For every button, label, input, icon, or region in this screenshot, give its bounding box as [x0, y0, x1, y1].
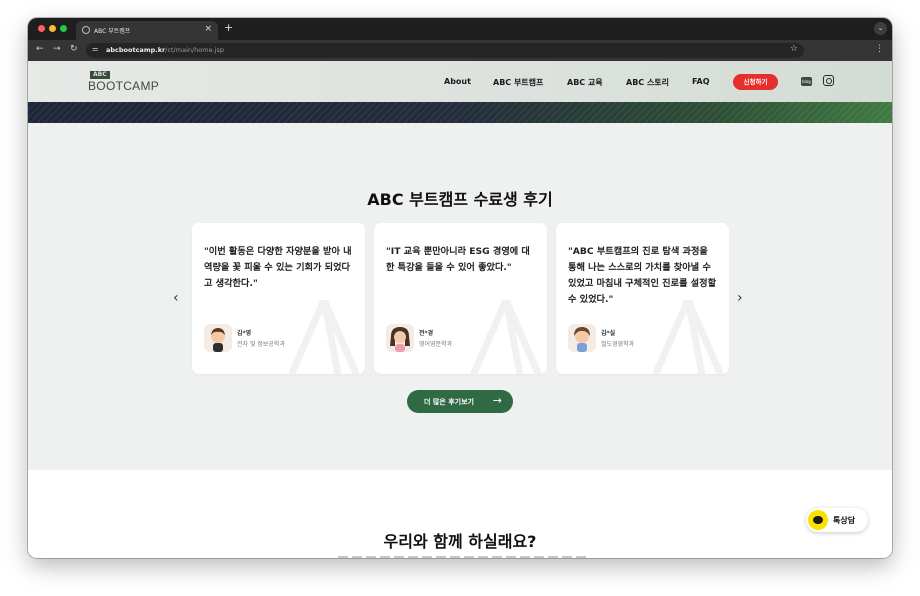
blog-icon[interactable]: blog — [801, 77, 812, 86]
carousel-prev-button[interactable]: ‹ — [173, 290, 179, 306]
close-window-button[interactable] — [38, 25, 45, 32]
chat-bubble-icon — [808, 510, 828, 530]
nav-item-education[interactable]: ABC 교육 — [567, 77, 603, 88]
tent-watermark-icon — [471, 300, 541, 374]
review-card[interactable]: "ABC 부트캠프의 진로 탐색 과정을 통해 나는 스스로의 가치를 찾아낼 … — [556, 223, 729, 374]
more-reviews-label: 더 많은 후기보기 — [424, 398, 474, 406]
review-quote: "IT 교육 뿐만아니라 ESG 경영에 대한 특강을 들을 수 있어 좋았다.… — [386, 246, 530, 273]
arrow-right-icon: → — [492, 394, 502, 407]
logo-badge: ABC — [90, 71, 110, 79]
globe-icon — [82, 26, 90, 34]
nav-item-story[interactable]: ABC 스토리 — [626, 77, 669, 88]
site-settings-icon[interactable]: ⚌ — [92, 45, 98, 53]
tab-bar: ABC 부트캠프 × + ⌄ — [28, 18, 892, 40]
browser-toolbar: ← → ↻ ⚌ abcbootcamp.kr/ct/main/home.jsp … — [28, 40, 892, 61]
url-text: abcbootcamp.kr/ct/main/home.jsp — [106, 46, 224, 54]
reload-icon[interactable]: ↻ — [70, 44, 78, 54]
review-card[interactable]: "IT 교육 뿐만아니라 ESG 경영에 대한 특강을 들을 수 있어 좋았다.… — [374, 223, 547, 374]
instagram-icon[interactable] — [823, 75, 834, 86]
tent-watermark-icon — [653, 300, 723, 374]
avatar — [204, 324, 232, 352]
more-reviews-button[interactable]: 더 많은 후기보기 → — [407, 390, 513, 413]
new-tab-icon[interactable]: + — [224, 21, 233, 34]
url-domain: abcbootcamp.kr — [106, 46, 166, 54]
minimize-window-button[interactable] — [49, 25, 56, 32]
review-quote: "이번 활동은 다양한 자양분을 받아 내 역량을 꽃 피울 수 있는 기회가 … — [204, 246, 352, 289]
nav-item-about[interactable]: About — [444, 77, 471, 86]
reviewer-name: 전*경 — [419, 330, 434, 337]
forward-icon[interactable]: → — [53, 44, 61, 54]
url-path: /ct/main/home.jsp — [165, 46, 224, 54]
apply-button[interactable]: 신청하기 — [733, 74, 778, 90]
tab-search-icon[interactable]: ⌄ — [874, 22, 887, 35]
join-section: 우리와 함께 하실래요? — [28, 470, 892, 558]
reviewer-major: 영어영문학과 — [419, 341, 453, 348]
bookmark-star-icon[interactable]: ☆ — [790, 44, 798, 54]
reviews-title: ABC 부트캠프 수료생 후기 — [367, 190, 553, 209]
site-logo[interactable]: ABC BOOTCAMP — [88, 71, 159, 93]
review-quote: "ABC 부트캠프의 진로 탐색 과정을 통해 나는 스스로의 가치를 찾아낼 … — [568, 246, 717, 305]
join-subtitle-cropped — [338, 556, 588, 558]
browser-tab[interactable]: ABC 부트캠프 × — [76, 21, 218, 40]
reviewer-major: 전자 및 정보공학과 — [237, 341, 285, 348]
close-tab-icon[interactable]: × — [204, 24, 212, 34]
address-bar[interactable]: ⚌ abcbootcamp.kr/ct/main/home.jsp ☆ — [86, 43, 804, 58]
reviewer-major: 철도경영학과 — [601, 341, 635, 348]
browser-menu-icon[interactable]: ⋮ — [875, 44, 884, 54]
avatar — [386, 324, 414, 352]
review-card[interactable]: "이번 활동은 다양한 자양분을 받아 내 역량을 꽃 피울 수 있는 기회가 … — [192, 223, 365, 374]
hero-banner-strip — [28, 102, 892, 123]
logo-text: BOOTCAMP — [88, 79, 160, 93]
back-icon[interactable]: ← — [36, 44, 44, 54]
browser-window: ABC 부트캠프 × + ⌄ ← → ↻ ⚌ abcbootcamp.kr/ct… — [28, 18, 892, 558]
avatar — [568, 324, 596, 352]
kakao-chat-label: 톡상담 — [833, 516, 856, 525]
tent-watermark-icon — [289, 300, 359, 374]
reviewer-name: 김*영 — [237, 330, 252, 337]
site-header: ABC BOOTCAMP About ABC 부트캠프 ABC 교육 ABC 스… — [28, 61, 892, 102]
maximize-window-button[interactable] — [60, 25, 67, 32]
carousel-next-button[interactable]: › — [737, 290, 743, 306]
join-title: 우리와 함께 하실래요? — [383, 532, 537, 551]
tab-title: ABC 부트캠프 — [94, 28, 131, 35]
reviewer-name: 김*실 — [601, 330, 616, 337]
nav-item-bootcamp[interactable]: ABC 부트캠프 — [493, 77, 543, 88]
kakao-chat-button[interactable]: 톡상담 — [806, 508, 868, 532]
nav-item-faq[interactable]: FAQ — [692, 77, 710, 86]
reviews-section: ABC 부트캠프 수료생 후기 ‹ › "이번 활동은 다양한 자양분을 받아 … — [28, 123, 892, 470]
